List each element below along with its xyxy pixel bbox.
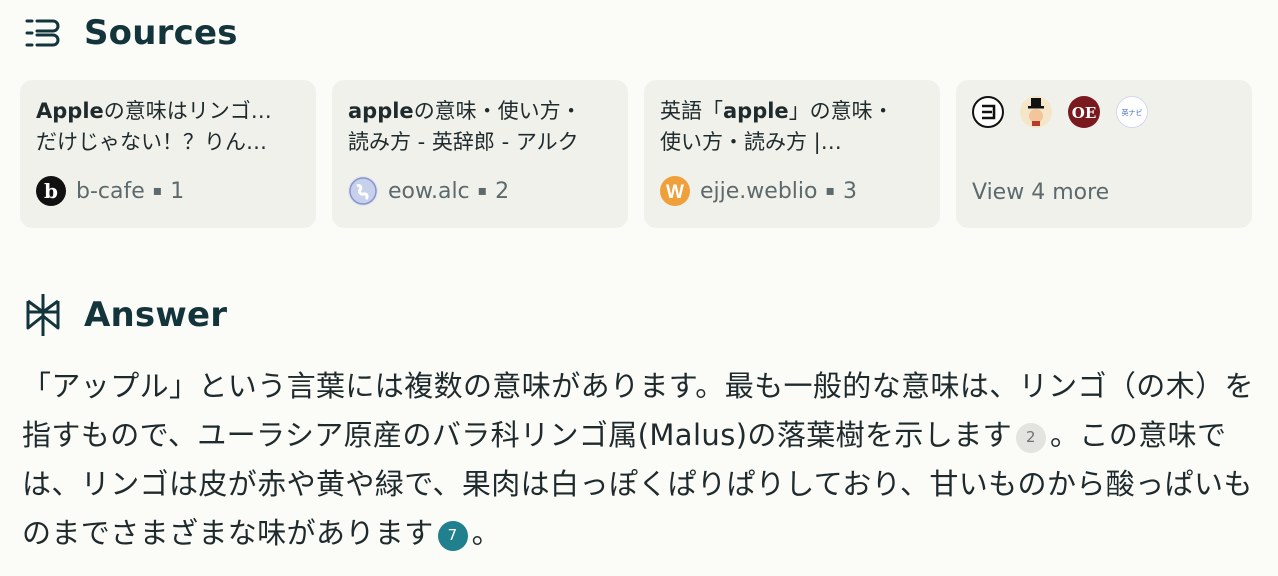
- sources-list-icon: [22, 12, 64, 54]
- answer-heading: Answer: [22, 294, 227, 336]
- source-card-title: appleの意味・使い方・ 読み方 - 英辞郎 - アルク: [348, 99, 582, 154]
- perplexity-logo-icon: [22, 294, 64, 336]
- source-card-title: Appleの意味はリンゴ… だけじゃない！？りん…: [36, 96, 300, 158]
- source-card-title: 英語「apple」の意味・ 使い方・読み方 |…: [660, 96, 924, 158]
- oed-icon: OE: [1068, 96, 1100, 128]
- source-index: 1: [170, 178, 185, 204]
- b-cafe-logo-icon: b: [36, 176, 66, 206]
- more-sources-icons: OE 英ナビ: [972, 96, 1236, 128]
- weblio-logo-icon: W: [660, 176, 690, 206]
- answer-title: Answer: [84, 295, 228, 335]
- globe-icon: [348, 176, 378, 206]
- sources-title: Sources: [84, 13, 238, 53]
- eigo-navi-icon: 英ナビ: [1116, 96, 1148, 128]
- source-domain: b-cafe: [76, 178, 145, 204]
- view-more-sources-card[interactable]: OE 英ナビ View 4 more: [956, 80, 1252, 228]
- svg-text:OE: OE: [1072, 104, 1097, 122]
- source-card-footer: b b-cafe ▪ 1: [36, 176, 184, 206]
- source-domain: eow.alc: [388, 178, 470, 204]
- svg-text:英ナビ: 英ナビ: [1122, 108, 1143, 117]
- source-domain: ejje.weblio: [700, 178, 818, 204]
- source-card-2[interactable]: appleの意味・使い方・ 読み方 - 英辞郎 - アルク eow.alc ▪ …: [332, 80, 628, 228]
- source-card-1[interactable]: Appleの意味はリンゴ… だけじゃない！？りん… b b-cafe ▪ 1: [20, 80, 316, 228]
- answer-text: 「アップル」という言葉には複数の意味があります。最も一般的な意味は、リンゴ（の木…: [22, 362, 1262, 558]
- citation-badge[interactable]: 2: [1016, 422, 1047, 453]
- svg-text:b: b: [44, 179, 58, 203]
- citation-badge[interactable]: 7: [437, 520, 468, 551]
- sources-card-row: Appleの意味はリンゴ… だけじゃない！？りん… b b-cafe ▪ 1 a…: [20, 80, 1252, 228]
- source-index: 3: [842, 178, 857, 204]
- source-card-3[interactable]: 英語「apple」の意味・ 使い方・読み方 |… W ejje.weblio ▪…: [644, 80, 940, 228]
- kotobank-icon: [972, 96, 1004, 128]
- source-card-footer: W ejje.weblio ▪ 3: [660, 176, 857, 206]
- view-more-label: View 4 more: [972, 180, 1110, 205]
- tophat-character-icon: [1020, 96, 1052, 128]
- svg-text:W: W: [666, 182, 684, 203]
- source-card-footer: eow.alc ▪ 2: [348, 176, 509, 206]
- sources-heading: Sources: [22, 12, 238, 54]
- source-index: 2: [495, 178, 510, 204]
- answer-paragraph-part: 。: [471, 516, 502, 550]
